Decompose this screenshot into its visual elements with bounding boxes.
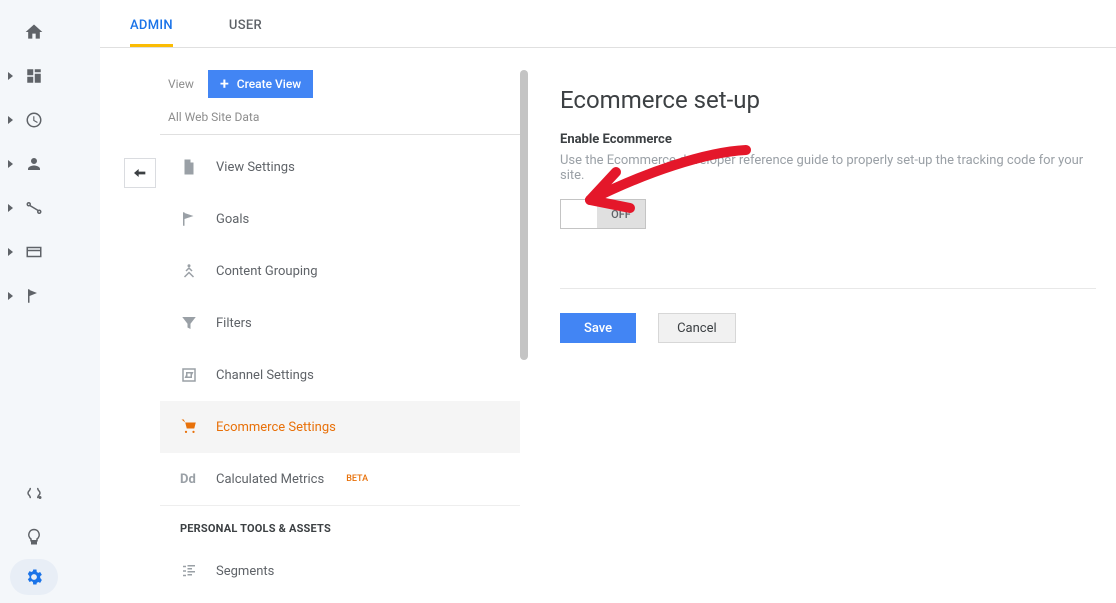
section-personal-tools: PERSONAL TOOLS & ASSETS — [160, 505, 520, 545]
label: Filters — [216, 316, 252, 331]
admin-tabs: ADMIN USER — [100, 0, 1116, 48]
sidebar-calculated-metrics[interactable]: Dd Calculated Metrics BETA — [160, 453, 520, 505]
rail-behavior[interactable] — [0, 230, 68, 274]
view-panel: View + Create View All Web Site Data View… — [160, 70, 520, 597]
view-selector[interactable]: All Web Site Data — [160, 98, 520, 135]
label: Calculated Metrics — [216, 472, 324, 487]
sidebar-content-grouping[interactable]: Content Grouping — [160, 245, 520, 297]
caret-icon — [8, 204, 13, 212]
sidebar-channel-settings[interactable]: Channel Settings — [160, 349, 520, 401]
rail-conversions[interactable] — [0, 274, 68, 318]
rail-dashboard[interactable] — [0, 54, 68, 98]
rail-audience[interactable] — [0, 142, 68, 186]
view-settings-list: View Settings Goals Content Grouping Fil… — [160, 141, 520, 505]
label: Goals — [216, 212, 249, 227]
sidebar-view-settings[interactable]: View Settings — [160, 141, 520, 193]
create-view-button[interactable]: + Create View — [208, 70, 313, 98]
group-icon — [180, 262, 198, 280]
channel-icon — [180, 366, 198, 384]
rail-acquisition[interactable] — [0, 186, 68, 230]
enable-ecommerce-toggle[interactable]: OFF — [560, 199, 646, 229]
caret-icon — [8, 116, 13, 124]
filter-icon — [180, 314, 198, 332]
caret-icon — [8, 248, 13, 256]
rail-realtime[interactable] — [0, 98, 68, 142]
view-label: View — [168, 77, 194, 91]
caret-icon — [8, 160, 13, 168]
beta-badge: BETA — [346, 474, 368, 484]
sidebar-goals[interactable]: Goals — [160, 193, 520, 245]
rail-admin-gear[interactable] — [10, 559, 58, 595]
caret-icon — [8, 72, 13, 80]
toggle-on-half — [561, 200, 597, 228]
ecommerce-setup-panel: Ecommerce set-up Enable Ecommerce Use th… — [560, 86, 1096, 343]
create-view-label: Create View — [237, 77, 301, 91]
left-nav-rail — [0, 0, 68, 603]
rail-discover[interactable] — [0, 471, 68, 515]
save-button[interactable]: Save — [560, 313, 636, 343]
divider — [560, 288, 1096, 289]
toggle-off-half: OFF — [597, 200, 645, 228]
sidebar-filters[interactable]: Filters — [160, 297, 520, 349]
panel-scrollbar[interactable] — [520, 70, 528, 360]
tab-admin[interactable]: ADMIN — [130, 18, 173, 47]
dd-icon: Dd — [180, 472, 198, 487]
tab-user[interactable]: USER — [229, 18, 262, 47]
plus-icon: + — [220, 76, 229, 92]
rail-home[interactable] — [0, 10, 68, 54]
rail-tips[interactable] — [0, 515, 68, 559]
cancel-button[interactable]: Cancel — [658, 313, 736, 343]
caret-icon — [8, 292, 13, 300]
flag-icon — [180, 210, 198, 228]
sidebar-ecommerce-settings[interactable]: Ecommerce Settings — [160, 401, 520, 453]
file-icon — [180, 158, 198, 176]
label: Segments — [216, 564, 274, 579]
back-button[interactable] — [124, 158, 156, 188]
label: Ecommerce Settings — [216, 420, 336, 435]
enable-ecommerce-desc: Use the Ecommerce developer reference gu… — [560, 153, 1096, 183]
content-area: ADMIN USER View + Create View All Web Sit… — [100, 0, 1116, 603]
sidebar-segments[interactable]: Segments — [160, 545, 520, 597]
segments-icon — [180, 562, 198, 580]
enable-ecommerce-heading: Enable Ecommerce — [560, 132, 1096, 147]
label: View Settings — [216, 160, 295, 175]
page-title: Ecommerce set-up — [560, 86, 1096, 114]
label: Content Grouping — [216, 264, 318, 279]
cart-icon — [180, 418, 198, 436]
label: Channel Settings — [216, 368, 314, 383]
